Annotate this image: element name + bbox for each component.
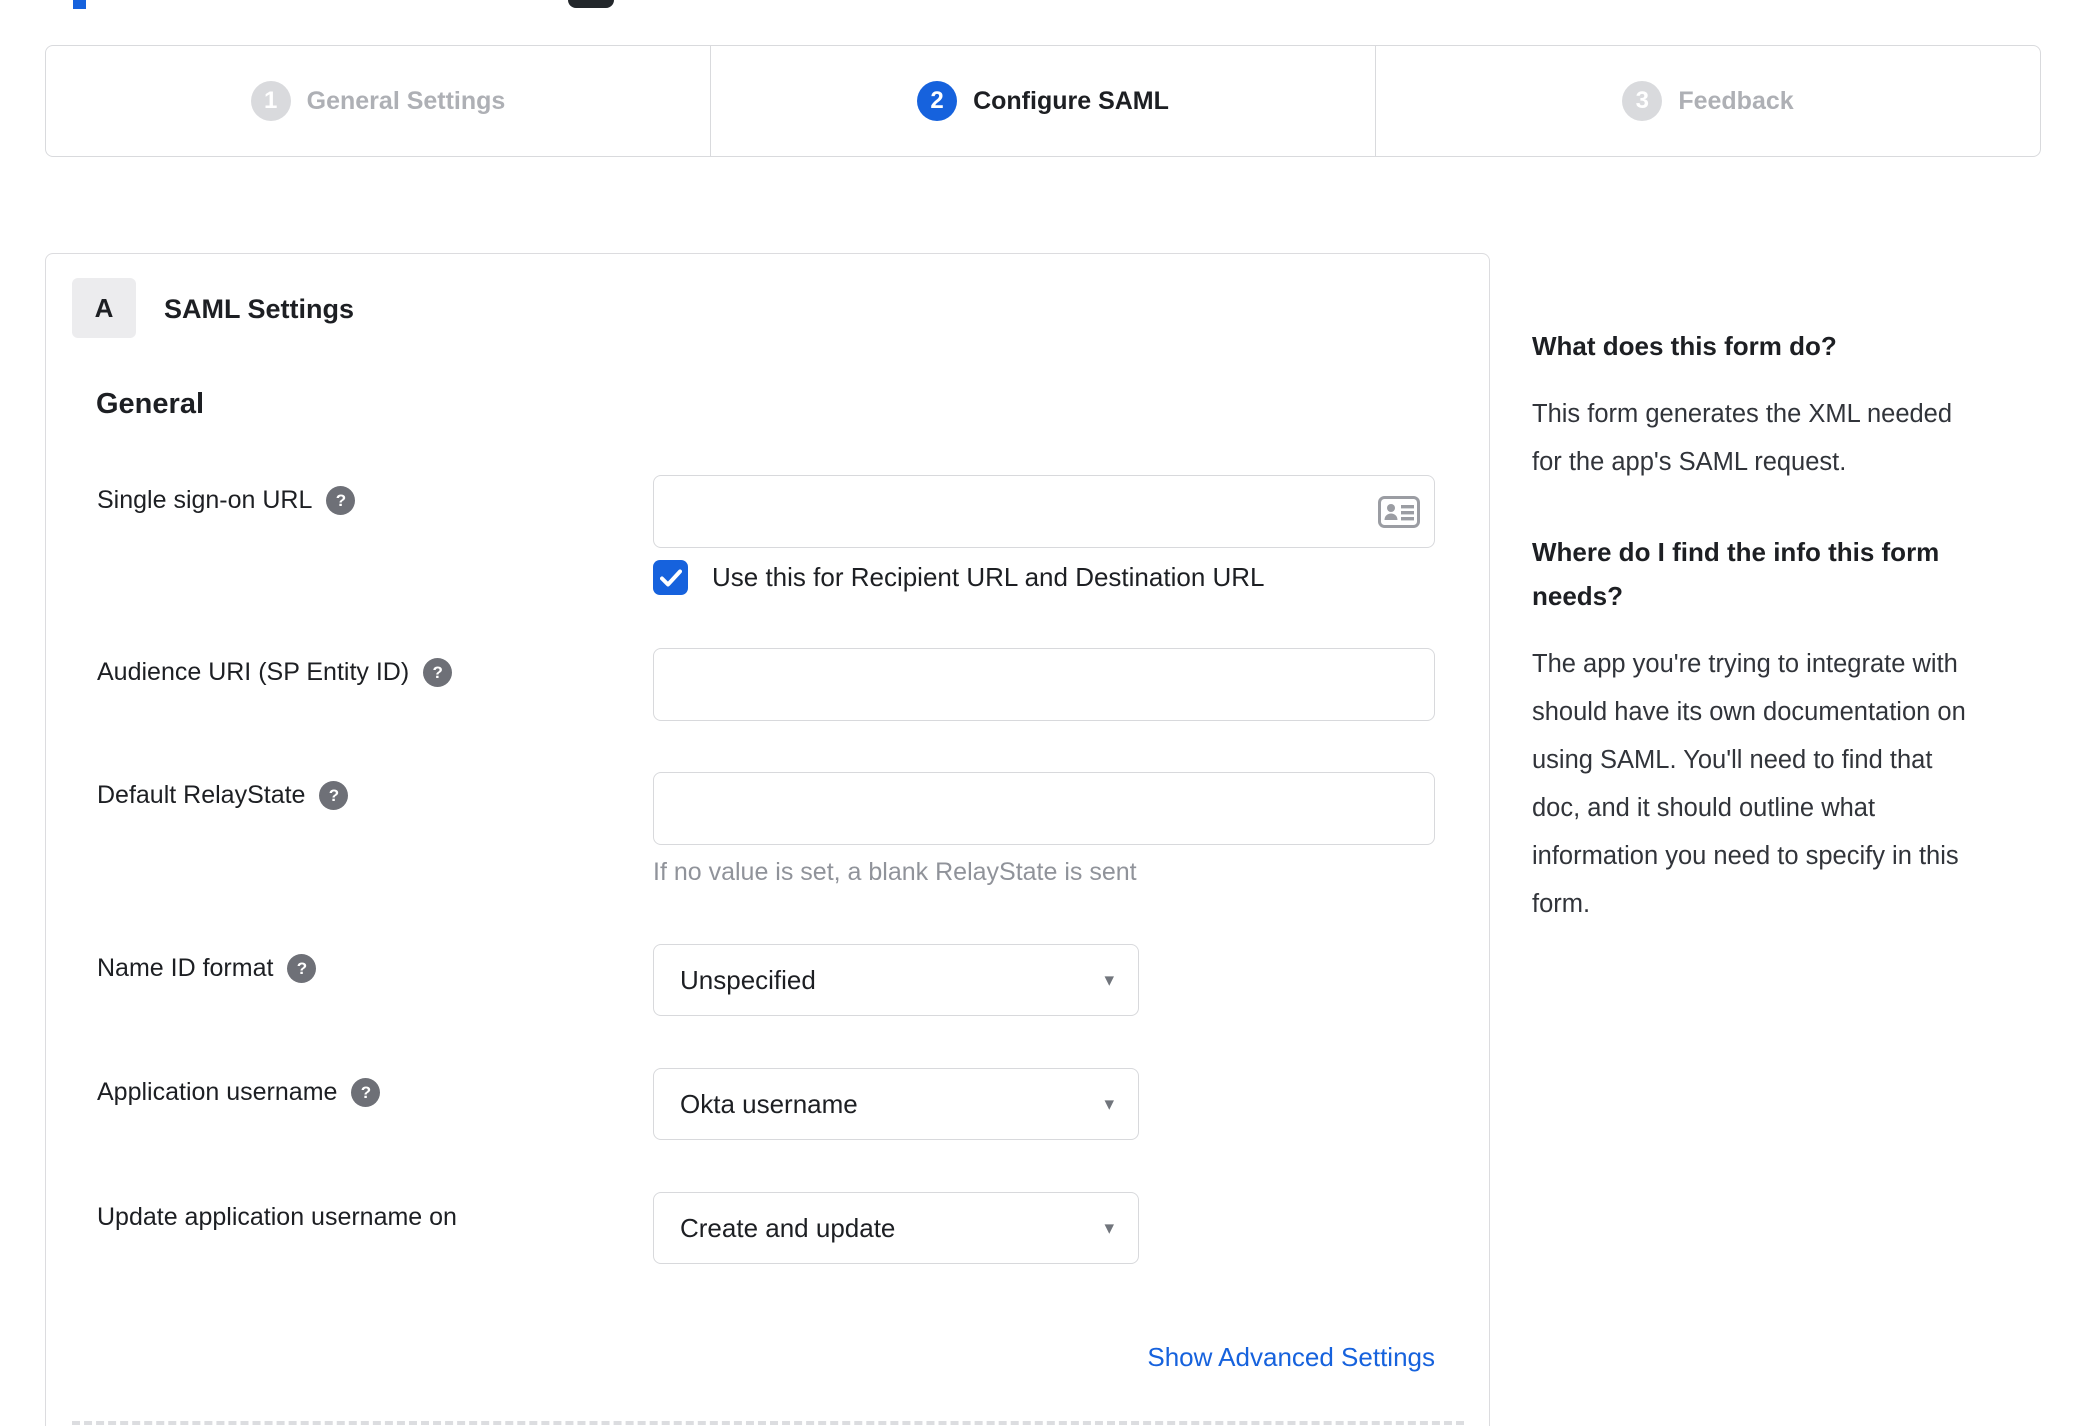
cropped-header-fragment-icon (73, 0, 86, 9)
update-username-label: Update application username on (97, 1203, 457, 1231)
audience-uri-help-icon[interactable]: ? (423, 658, 453, 687)
audience-uri-label: Audience URI (SP Entity ID) (97, 658, 410, 686)
name-id-format-label-row: Name ID format ? (97, 954, 317, 983)
step-1-label: General Settings (306, 86, 506, 115)
step-feedback[interactable]: 3 Feedback (1375, 46, 2040, 156)
sso-url-input[interactable] (653, 475, 1435, 548)
step-general-settings[interactable]: 1 General Settings (46, 46, 710, 156)
update-username-select[interactable]: Create and update ▾ (653, 1192, 1139, 1264)
step-1-number-badge: 1 (250, 81, 291, 121)
section-a-badge: A (72, 278, 136, 338)
help-q1-body: This form generates the XML needed for t… (1532, 400, 1953, 476)
chevron-down-icon: ▾ (1104, 969, 1114, 991)
step-3-number-badge: 3 (1622, 81, 1663, 121)
name-id-format-help-icon[interactable]: ? (287, 954, 317, 983)
step-2-number-badge: 2 (917, 81, 958, 121)
cropped-header-fragment-pill (568, 0, 614, 8)
name-id-format-label: Name ID format (97, 954, 274, 982)
name-id-format-value: Unspecified (680, 964, 816, 995)
app-username-value: Okta username (680, 1088, 858, 1119)
recipient-url-checkbox-label: Use this for Recipient URL and Destinati… (712, 562, 1265, 592)
relay-state-label: Default RelayState (97, 781, 306, 809)
section-dashed-divider (72, 1421, 1464, 1425)
step-2-label: Configure SAML (973, 86, 1169, 115)
recipient-url-checkbox[interactable] (653, 560, 688, 595)
chevron-down-icon: ▾ (1104, 1217, 1114, 1239)
help-q2-body: The app you're trying to integrate with … (1532, 650, 1966, 918)
app-username-help-icon[interactable]: ? (351, 1078, 381, 1107)
step-3-label: Feedback (1678, 86, 1794, 115)
sso-url-help-icon[interactable]: ? (326, 486, 356, 515)
help-q1-title: What does this form do? (1532, 331, 1837, 361)
app-username-label: Application username (97, 1078, 338, 1106)
recipient-url-checkbox-row: Use this for Recipient URL and Destinati… (653, 560, 1265, 595)
general-group-heading: General (96, 388, 204, 420)
audience-uri-label-row: Audience URI (SP Entity ID) ? (97, 658, 453, 687)
section-title: SAML Settings (164, 294, 355, 324)
checkmark-icon (659, 569, 682, 586)
show-advanced-settings-link[interactable]: Show Advanced Settings (1147, 1342, 1435, 1373)
help-q2-title: Where do I find the info this form needs… (1532, 537, 1940, 611)
app-username-select[interactable]: Okta username ▾ (653, 1068, 1139, 1140)
update-username-value: Create and update (680, 1212, 896, 1243)
update-username-label-row: Update application username on (97, 1203, 457, 1232)
app-username-label-row: Application username ? (97, 1078, 381, 1107)
saml-configuration-screen: 1 General Settings 2 Configure SAML 3 Fe… (0, 0, 2092, 1426)
name-id-format-select[interactable]: Unspecified ▾ (653, 944, 1139, 1016)
help-sidebar: What does this form do? This form genera… (1532, 324, 2052, 928)
relay-state-input[interactable] (653, 772, 1435, 845)
relay-state-hint: If no value is set, a blank RelayState i… (653, 858, 1137, 886)
step-configure-saml[interactable]: 2 Configure SAML (710, 46, 1375, 156)
sso-url-label: Single sign-on URL (97, 486, 313, 514)
audience-uri-input[interactable] (653, 648, 1435, 721)
wizard-stepper: 1 General Settings 2 Configure SAML 3 Fe… (45, 45, 2041, 157)
chevron-down-icon: ▾ (1104, 1093, 1114, 1115)
relay-state-label-row: Default RelayState ? (97, 781, 349, 810)
relay-state-help-icon[interactable]: ? (319, 781, 349, 810)
sso-url-label-row: Single sign-on URL ? (97, 486, 356, 515)
